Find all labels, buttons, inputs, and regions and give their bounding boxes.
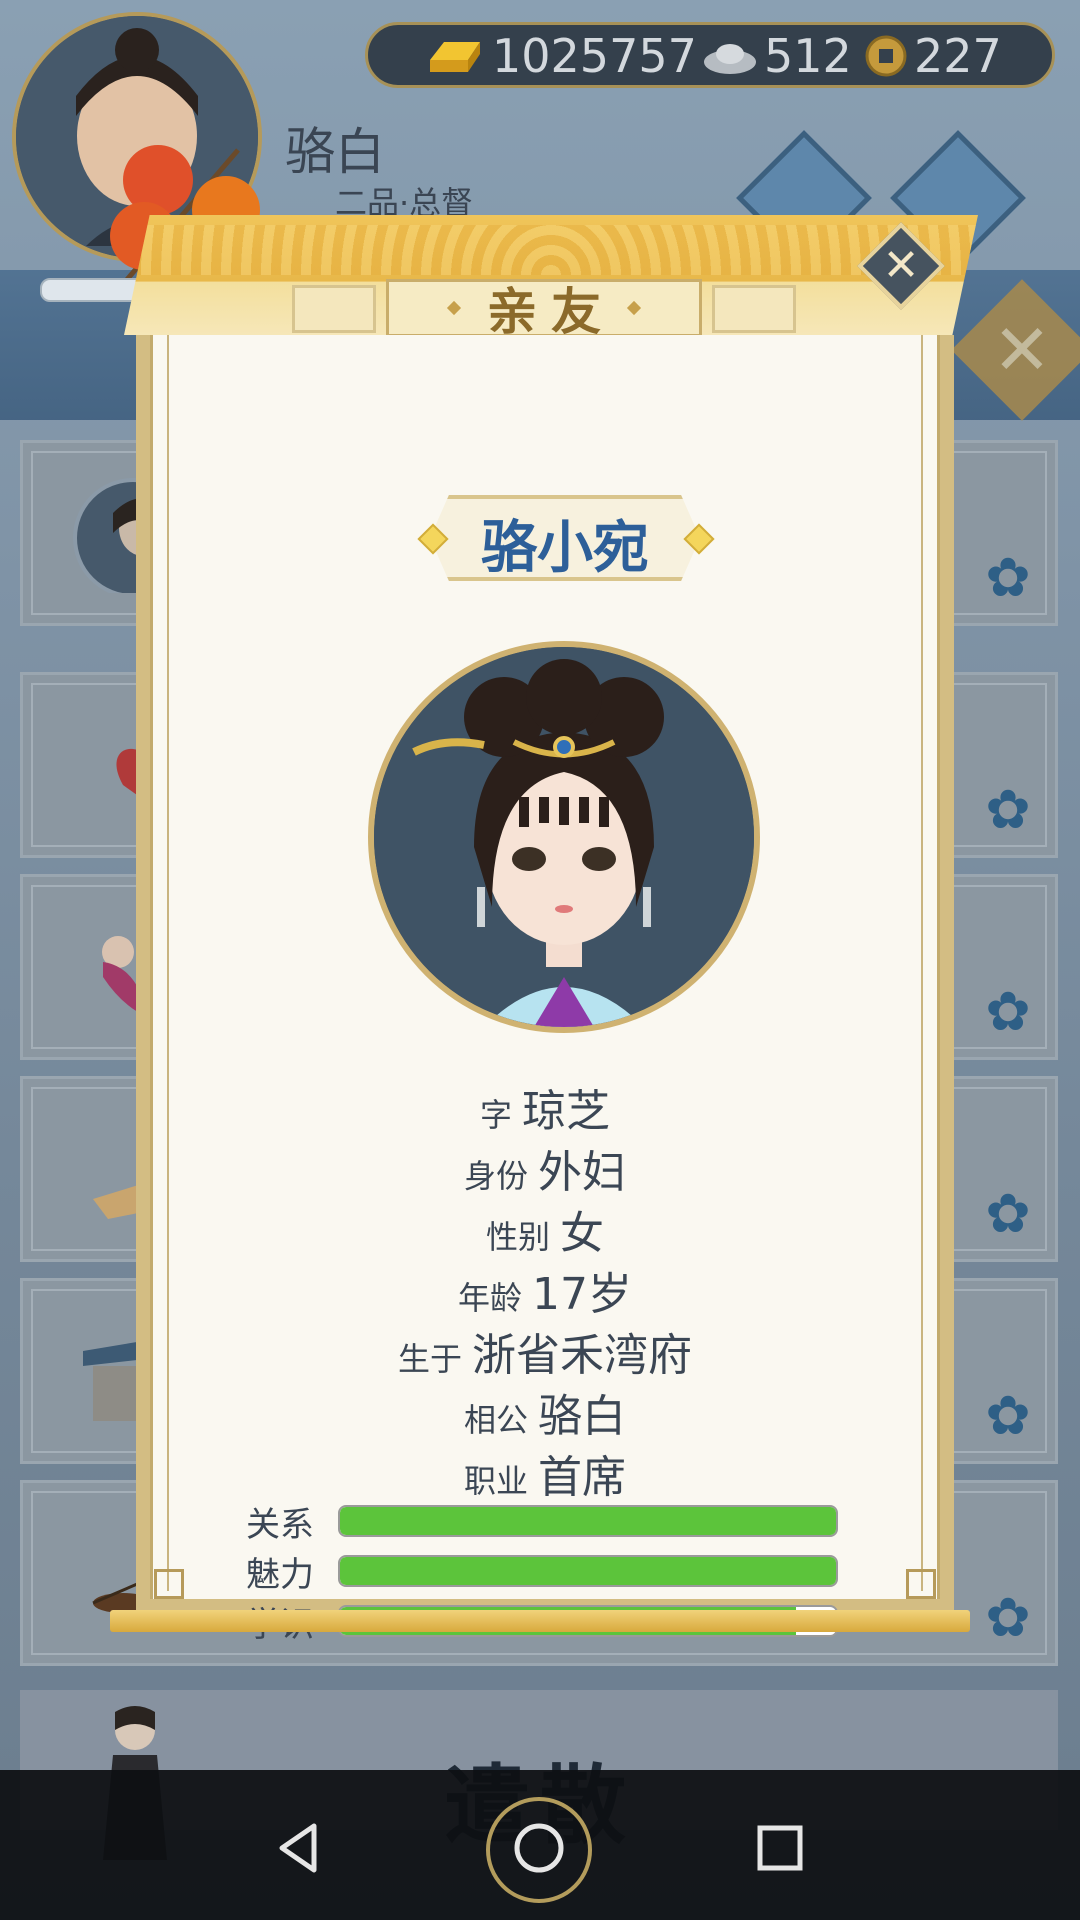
close-icon: ✕ bbox=[882, 240, 920, 291]
silver-amount: 512 bbox=[764, 29, 852, 83]
gold-ingot-icon bbox=[430, 42, 480, 72]
courtesy-name-value: 琼芝 bbox=[522, 1086, 610, 1137]
player-name: 骆白 bbox=[285, 123, 385, 181]
birthplace-row: 生于 浙省禾湾府 bbox=[136, 1319, 954, 1383]
identity-value: 外妇 bbox=[538, 1147, 626, 1198]
relative-portrait bbox=[368, 641, 760, 1033]
header-ornament bbox=[292, 285, 376, 333]
occupation-label: 职业 bbox=[463, 1462, 528, 1500]
back-button[interactable] bbox=[260, 1808, 340, 1888]
silver-ingot-icon bbox=[704, 44, 756, 74]
birthplace-value: 浙省禾湾府 bbox=[472, 1330, 692, 1381]
recents-button[interactable] bbox=[740, 1808, 820, 1888]
age-value: 17岁 bbox=[532, 1269, 632, 1320]
close-icon: ✕ bbox=[992, 309, 1052, 391]
husband-value: 骆白 bbox=[538, 1391, 626, 1442]
copper-amount: 227 bbox=[914, 29, 1002, 83]
occupation-value: 首席 bbox=[538, 1452, 626, 1503]
charm-bar bbox=[338, 1555, 838, 1587]
modal-title: 亲友 bbox=[487, 283, 615, 341]
charm-label: 魅力 bbox=[246, 1554, 314, 1595]
flower-icon: ✿ bbox=[985, 980, 1031, 1043]
identity-label: 身份 bbox=[463, 1157, 528, 1195]
flower-icon: ✿ bbox=[985, 1586, 1031, 1649]
husband-row: 相公 骆白 bbox=[136, 1380, 954, 1444]
copper-coin-icon bbox=[865, 35, 907, 77]
name-plate: 骆小宛 bbox=[417, 495, 715, 581]
portrait-image bbox=[374, 647, 754, 1027]
home-icon bbox=[514, 1823, 564, 1873]
courtesy-name-row: 字琼芝 bbox=[136, 1075, 954, 1139]
currency-bar: 1025757 512 227 bbox=[365, 22, 1055, 88]
corner-ornament bbox=[906, 1569, 936, 1599]
relationship-bar-fill bbox=[340, 1507, 836, 1535]
home-button[interactable] bbox=[499, 1808, 579, 1888]
identity-row: 身份 外妇 bbox=[136, 1136, 954, 1200]
relative-detail-modal: 亲友 ✕ 骆小宛 字 琼芝 身份 外妇 性别 女 年龄 17岁 生于 浙省禾湾府… bbox=[110, 215, 980, 1645]
relationship-bar bbox=[338, 1505, 838, 1537]
flower-icon: ✿ bbox=[985, 1384, 1031, 1447]
birthplace-label: 生于 bbox=[397, 1340, 462, 1378]
copper-currency[interactable]: 227 bbox=[864, 29, 1002, 83]
gender-label: 性别 bbox=[485, 1218, 550, 1256]
flower-icon: ✿ bbox=[985, 1182, 1031, 1245]
charm-bar-fill bbox=[340, 1557, 836, 1585]
occupation-row: 职业 首席 bbox=[136, 1441, 954, 1505]
charm-stat: 魅力 bbox=[246, 1553, 838, 1595]
relative-name: 骆小宛 bbox=[481, 516, 649, 581]
recents-icon bbox=[757, 1825, 803, 1871]
scroll-bottom-rod bbox=[110, 1610, 970, 1632]
corner-ornament bbox=[154, 1569, 184, 1599]
back-icon bbox=[279, 1823, 317, 1873]
relationship-stat: 关系 bbox=[246, 1503, 838, 1545]
gold-amount: 1025757 bbox=[492, 29, 697, 83]
courtesy-name-label: 字 bbox=[479, 1096, 512, 1134]
gender-row: 性别女 bbox=[136, 1197, 954, 1261]
flower-icon: ✿ bbox=[985, 778, 1031, 841]
husband-label: 相公 bbox=[463, 1401, 528, 1439]
scroll-paper: 骆小宛 字 琼芝 身份 外妇 性别 女 年龄 17岁 生于 浙省禾湾府 相公 骆… bbox=[136, 335, 954, 1645]
flower-icon: ✿ bbox=[985, 546, 1031, 609]
gold-currency[interactable]: 1025757 bbox=[424, 29, 697, 83]
age-row: 年龄 17岁 bbox=[136, 1258, 954, 1322]
age-label: 年龄 bbox=[457, 1279, 522, 1317]
silver-currency[interactable]: 512 bbox=[702, 29, 852, 83]
gender-value: 女 bbox=[560, 1208, 604, 1259]
header-ornament bbox=[712, 285, 796, 333]
modal-title-plate: 亲友 bbox=[386, 279, 702, 341]
relationship-label: 关系 bbox=[246, 1504, 314, 1545]
